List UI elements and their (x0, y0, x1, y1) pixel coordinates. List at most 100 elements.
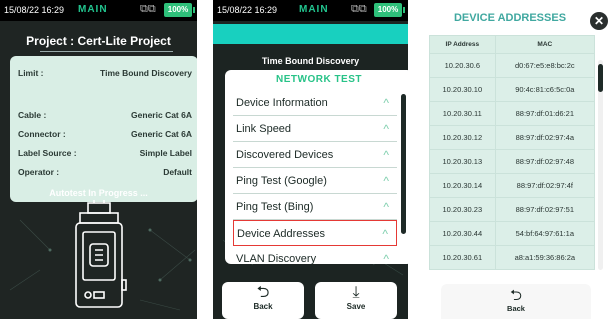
project-info-card: Limit : Time Bound Discovery Cable : Gener… (10, 56, 197, 202)
column-header: MAC (494, 35, 596, 54)
card-header: NETWORK TEST (276, 74, 362, 85)
project-title: Project : Cert-Lite Project (26, 34, 171, 48)
header-band (213, 24, 408, 44)
item-label: Ping Test (Google) (236, 175, 327, 187)
chevron-up-icon: ^ (383, 174, 389, 188)
ip-cell: 10.20.30.6 (429, 53, 496, 78)
mac-cell: 88:97:df:02:97:51 (494, 197, 596, 222)
mac-cell: 88:97:df:02:97:48 (494, 149, 596, 174)
status-time: 15/08/22 16:29 (4, 5, 65, 15)
info-row-label-source: Label Source : Simple Label (18, 148, 192, 162)
back-button[interactable]: ⮌ Back (441, 284, 591, 319)
list-item-ping-bing[interactable]: Ping Test (Bing) ^ (233, 194, 397, 220)
info-value: Generic Cat 6A (131, 110, 192, 120)
scrollbar-thumb[interactable] (598, 64, 603, 92)
network-test-card: NETWORK TEST Device Information ^ Link Sp… (225, 70, 408, 264)
two-device-icon: ⧉⧉ (351, 3, 367, 15)
list-item-link-speed[interactable]: Link Speed ^ (233, 116, 397, 142)
save-label: Save (346, 302, 366, 311)
table-row: 10.20.30.61 a8:a1:59:36:86:2a (429, 245, 596, 270)
table-row: 10.20.30.14 88:97:df:02:97:4f (429, 173, 596, 198)
list-item-vlan-discovery[interactable]: VLAN Discovery ^ (233, 246, 397, 264)
chevron-up-icon: ^ (383, 122, 389, 136)
ip-cell: 10.20.30.23 (429, 197, 496, 222)
item-label: Device Addresses (237, 228, 326, 240)
dialog-title: DEVICE ADDRESSES (453, 12, 567, 24)
status-mode: MAIN (299, 4, 329, 15)
title-underline (40, 51, 173, 52)
mac-cell: 54:bf:64:97:61:1a (494, 221, 596, 246)
ip-cell: 10.20.30.12 (429, 125, 496, 150)
table-row: 10.20.30.13 88:97:df:02:97:48 (429, 149, 596, 174)
screen-device-addresses: DEVICE ADDRESSES ✕ IP Address MAC 10.20.… (425, 0, 608, 319)
save-button[interactable]: ⤓ Save (315, 282, 397, 319)
info-key: Cable : (18, 110, 47, 120)
ip-cell: 10.20.30.44 (429, 221, 496, 246)
close-icon[interactable]: ✕ (590, 12, 608, 30)
handheld-tester-icon (75, 200, 127, 308)
table-row: 10.20.30.44 54:bf:64:97:61:1a (429, 221, 596, 246)
table-header-row: IP Address MAC (429, 35, 596, 54)
ip-cell: 10.20.30.11 (429, 101, 496, 126)
list-item-ping-google[interactable]: Ping Test (Google) ^ (233, 168, 397, 194)
column-header: IP Address (429, 35, 496, 54)
ip-cell: 10.20.30.61 (429, 245, 496, 270)
back-label: Back (507, 304, 525, 313)
chevron-up-icon: ^ (383, 252, 389, 264)
table-row: 10.20.30.23 88:97:df:02:97:51 (429, 197, 596, 222)
chevron-up-icon: ^ (383, 96, 389, 110)
status-time: 15/08/22 16:29 (217, 5, 278, 15)
info-key: Connector : (18, 129, 66, 139)
item-label: Device Information (236, 97, 328, 109)
ip-cell: 10.20.30.14 (429, 173, 496, 198)
ip-cell: 10.20.30.10 (429, 77, 496, 102)
info-value: Generic Cat 6A (131, 129, 192, 139)
info-key: Operator : (18, 167, 60, 177)
addresses-table: IP Address MAC 10.20.30.6 d0:67:e5:e8:bc:… (429, 35, 596, 270)
ip-cell: 10.20.30.13 (429, 149, 496, 174)
info-key: Label Source : (18, 148, 77, 158)
mac-cell: 88:97:df:01:d6:21 (494, 101, 596, 126)
info-key: Limit : (18, 68, 44, 78)
autotest-status: Autotest In Progress ... (49, 188, 148, 198)
download-icon: ⤓ (352, 284, 360, 301)
list-scrollbar[interactable] (401, 94, 406, 262)
back-label: Back (253, 302, 273, 311)
list-item-device-information[interactable]: Device Information ^ (233, 90, 397, 116)
scrollbar-thumb[interactable] (401, 94, 406, 234)
status-mode: MAIN (78, 4, 108, 15)
mac-cell: d0:67:e5:e8:bc:2c (494, 53, 596, 78)
item-label: Ping Test (Bing) (236, 201, 314, 213)
mac-cell: 88:97:df:02:97:4a (494, 125, 596, 150)
mac-cell: 90:4c:81:c6:5c:0a (494, 77, 596, 102)
info-row-limit: Limit : Time Bound Discovery (18, 68, 192, 82)
list-item-device-addresses[interactable]: Device Addresses ^ (233, 220, 397, 246)
screen-network-test: 15/08/22 16:29 MAIN ⧉⧉ 100% Time Bound D… (213, 0, 408, 319)
chevron-up-icon: ^ (382, 227, 388, 241)
info-row-cable: Cable : Generic Cat 6A (18, 110, 192, 124)
info-row-connector: Connector : Generic Cat 6A (18, 129, 192, 143)
mac-cell: a8:a1:59:36:86:2a (494, 245, 596, 270)
item-label: Link Speed (236, 123, 292, 135)
test-title: Time Bound Discovery (261, 56, 360, 66)
item-label: VLAN Discovery (236, 253, 317, 264)
battery-indicator: 100% (164, 3, 195, 17)
list-item-discovered-devices[interactable]: Discovered Devices ^ (233, 142, 397, 168)
table-row: 10.20.30.11 88:97:df:01:d6:21 (429, 101, 596, 126)
screen-autotest: 15/08/22 16:29 MAIN ⧉⧉ 100% Project : Ce… (0, 0, 197, 319)
status-bar: 15/08/22 16:29 MAIN ⧉⧉ 100% (213, 0, 408, 21)
info-value: Default (163, 167, 192, 177)
table-row: 10.20.30.12 88:97:df:02:97:4a (429, 125, 596, 150)
info-row-operator: Operator : Default (18, 167, 192, 181)
back-button[interactable]: ⮌ Back (222, 282, 304, 319)
status-bar: 15/08/22 16:29 MAIN ⧉⧉ 100% (0, 0, 197, 21)
info-value: Time Bound Discovery (100, 68, 192, 78)
table-scrollbar[interactable] (598, 60, 603, 270)
table-row: 10.20.30.6 d0:67:e5:e8:bc:2c (429, 53, 596, 78)
back-arrow-icon: ⮌ (256, 284, 270, 301)
chevron-up-icon: ^ (383, 200, 389, 214)
battery-indicator: 100% (374, 3, 405, 17)
table-row: 10.20.30.10 90:4c:81:c6:5c:0a (429, 77, 596, 102)
item-label: Discovered Devices (236, 149, 334, 161)
chevron-up-icon: ^ (383, 148, 389, 162)
